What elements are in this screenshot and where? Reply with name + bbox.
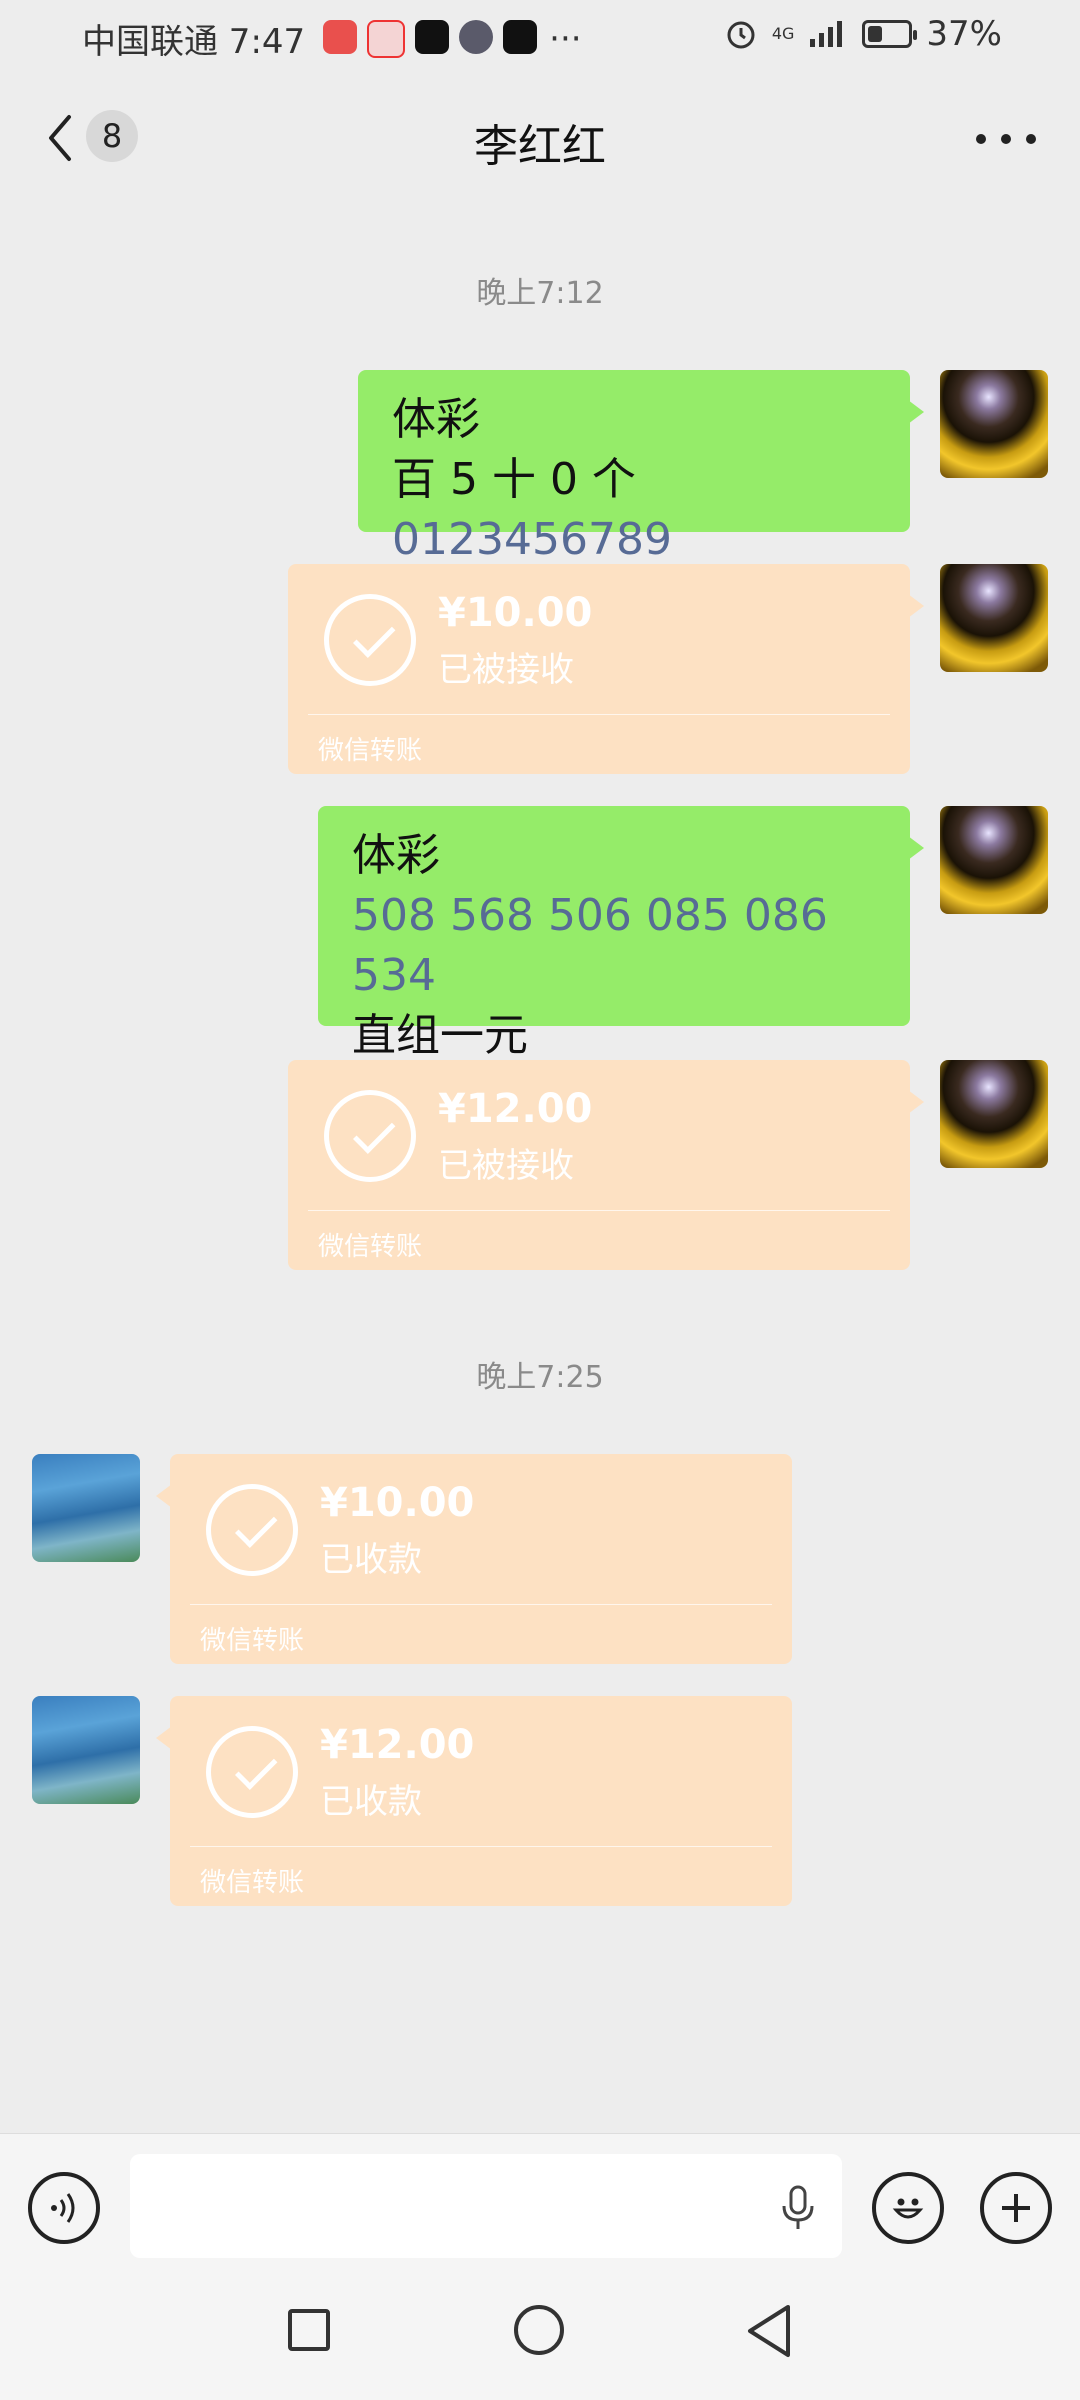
dot-icon bbox=[1001, 134, 1011, 144]
transfer-amount: ¥12.00 bbox=[438, 1086, 593, 1132]
contact-avatar[interactable] bbox=[32, 1454, 140, 1562]
microphone-icon[interactable] bbox=[778, 2184, 818, 2232]
check-circle-icon bbox=[206, 1484, 298, 1576]
my-avatar[interactable] bbox=[940, 1060, 1048, 1168]
transfer-source: 微信转账 bbox=[200, 1626, 305, 1656]
plus-icon bbox=[1002, 2194, 1030, 2222]
dot-icon bbox=[1026, 134, 1036, 144]
more-functions-button[interactable] bbox=[980, 2172, 1052, 2244]
transfer-status: 已收款 bbox=[320, 1782, 422, 1822]
more-notifications-icon: ··· bbox=[549, 18, 582, 59]
my-avatar[interactable] bbox=[940, 370, 1048, 478]
divider bbox=[308, 714, 890, 715]
back-triangle-icon[interactable] bbox=[744, 2303, 796, 2359]
message-text: 百 5 十 0 个 bbox=[392, 454, 636, 505]
message-line: 体彩 bbox=[352, 830, 440, 881]
dot-icon bbox=[976, 134, 986, 144]
status-bar: 中国联通 7:47 ··· 4G 37% bbox=[0, 0, 1080, 72]
divider bbox=[190, 1846, 772, 1847]
voice-mode-button[interactable] bbox=[28, 2172, 100, 2244]
message-input[interactable] bbox=[130, 2154, 842, 2258]
transfer-status: 已收款 bbox=[320, 1540, 422, 1580]
smiley-icon bbox=[892, 2198, 924, 2219]
divider bbox=[308, 1210, 890, 1211]
transfer-card[interactable]: ¥12.00 已被接收 微信转账 bbox=[288, 1060, 924, 1270]
my-avatar[interactable] bbox=[940, 564, 1048, 672]
transfer-source: 微信转账 bbox=[200, 1868, 305, 1898]
transfer-card[interactable]: ¥12.00 已收款 微信转账 bbox=[156, 1696, 792, 1906]
status-right: 4G 37% bbox=[724, 14, 1002, 54]
app-notification-icon bbox=[459, 19, 494, 54]
home-button[interactable] bbox=[514, 2305, 564, 2355]
carrier-time: 中国联通 7:47 bbox=[82, 22, 306, 62]
app-notification-icon bbox=[323, 19, 358, 54]
timestamp: 晚上7:25 bbox=[476, 1360, 604, 1395]
status-left: 中国联通 7:47 ··· bbox=[82, 14, 582, 63]
tiktok-icon bbox=[503, 19, 538, 54]
more-options-button[interactable] bbox=[976, 124, 1036, 154]
check-circle-icon bbox=[206, 1726, 298, 1818]
transfer-source: 微信转账 bbox=[318, 1232, 423, 1262]
timestamp: 晚上7:12 bbox=[476, 276, 604, 311]
recent-apps-button[interactable] bbox=[288, 2309, 330, 2351]
chat-title: 李红红 bbox=[474, 121, 606, 172]
emoji-button[interactable] bbox=[872, 2172, 944, 2244]
number-link[interactable]: 508 568 506 085 086 534 bbox=[352, 886, 876, 1006]
my-avatar[interactable] bbox=[940, 806, 1048, 914]
contact-avatar[interactable] bbox=[32, 1696, 140, 1804]
transfer-card[interactable]: ¥10.00 已被接收 微信转账 bbox=[288, 564, 924, 774]
network-type: 4G bbox=[771, 24, 795, 43]
tiktok-icon bbox=[415, 19, 450, 54]
message-line: 直组一元 bbox=[352, 1010, 528, 1061]
voice-wave-icon bbox=[51, 2193, 75, 2223]
check-circle-icon bbox=[324, 1090, 416, 1182]
battery-icon bbox=[862, 20, 918, 48]
message-line: 体彩 bbox=[392, 394, 480, 445]
alarm-icon bbox=[727, 21, 755, 49]
system-nav-bar bbox=[0, 2281, 1080, 2400]
transfer-source: 微信转账 bbox=[318, 736, 423, 766]
app-notification-icon bbox=[367, 19, 406, 58]
transfer-amount: ¥12.00 bbox=[320, 1722, 475, 1768]
transfer-status: 已被接收 bbox=[438, 650, 574, 690]
transfer-amount: ¥10.00 bbox=[438, 590, 593, 636]
battery-percent: 37% bbox=[926, 14, 1002, 54]
notification-icons bbox=[323, 19, 538, 58]
chat-header: 8 李红红 bbox=[0, 72, 1080, 202]
transfer-status: 已被接收 bbox=[438, 1146, 574, 1186]
check-circle-icon bbox=[324, 594, 416, 686]
transfer-amount: ¥10.00 bbox=[320, 1480, 475, 1526]
transfer-card[interactable]: ¥10.00 已收款 微信转账 bbox=[156, 1454, 792, 1664]
signal-icon bbox=[810, 21, 843, 47]
number-link[interactable]: 0123456789 bbox=[392, 514, 672, 565]
message-line: 百 5 十 0 个 0123456789 bbox=[392, 450, 876, 570]
text-message-bubble[interactable]: 体彩 百 5 十 0 个 0123456789 bbox=[358, 370, 924, 565]
text-message-bubble[interactable]: 体彩 508 568 506 085 086 534 直组一元 bbox=[318, 806, 924, 1061]
divider bbox=[190, 1604, 772, 1605]
input-bar bbox=[0, 2133, 1080, 2282]
